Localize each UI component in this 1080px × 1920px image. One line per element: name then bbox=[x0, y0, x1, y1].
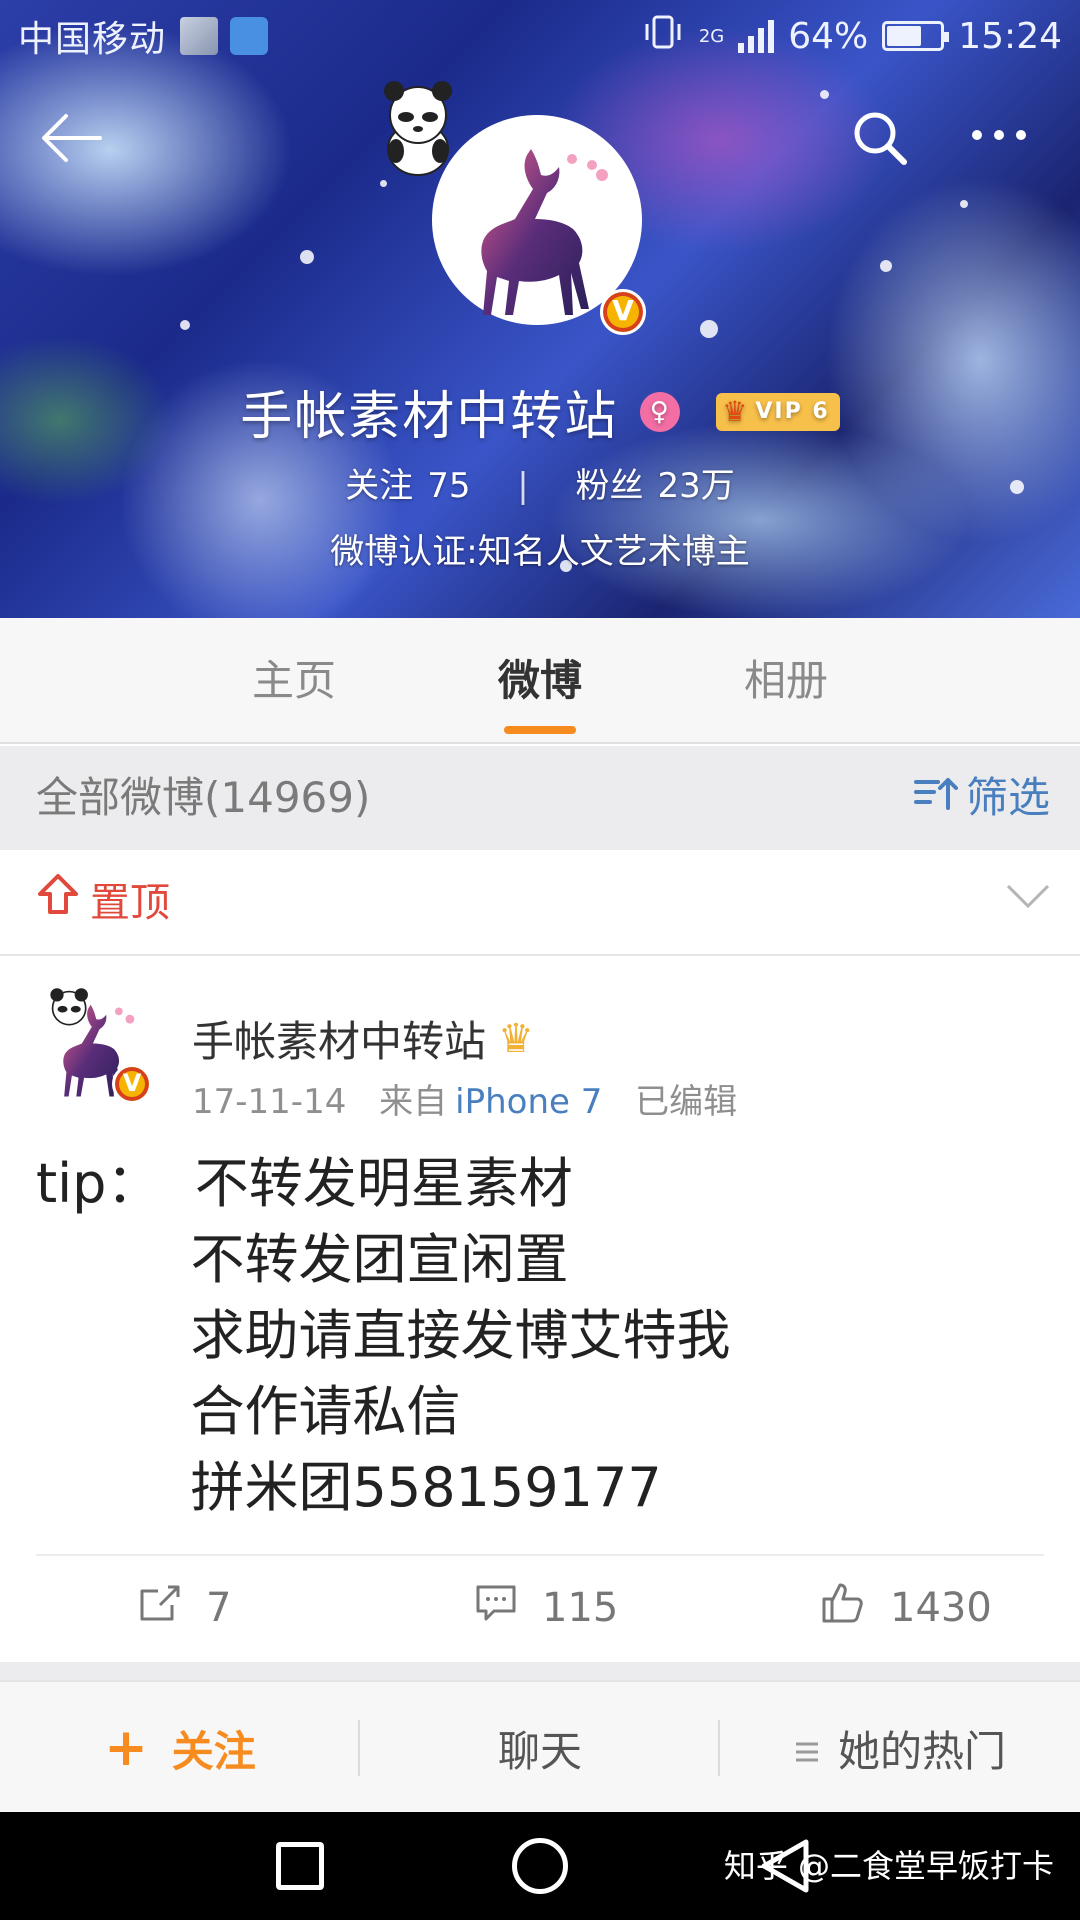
post-line: tip： 不转发明星素材 bbox=[36, 1152, 573, 1215]
verification-text: 微博认证:知名人文艺术博主 bbox=[330, 532, 750, 572]
post-line: 求助请直接发博艾特我 bbox=[36, 1304, 731, 1367]
post-source[interactable]: iPhone 7 bbox=[455, 1082, 602, 1122]
paint-splat bbox=[960, 200, 968, 208]
pinned-label: 置顶 bbox=[90, 880, 170, 926]
post-author-name: 手帐素材中转站 bbox=[192, 1017, 487, 1066]
paint-splat bbox=[180, 320, 190, 330]
filter-button[interactable]: 筛选 bbox=[913, 746, 1050, 850]
following-stat[interactable]: 关注 75 bbox=[345, 466, 470, 506]
back-arrow-icon[interactable] bbox=[36, 108, 106, 168]
post-line: 拼米团558159177 bbox=[36, 1456, 662, 1519]
carrier-label: 中国移动 bbox=[18, 19, 167, 60]
pin-up-arrow-icon bbox=[36, 850, 80, 956]
pinned-post[interactable]: V 手帐素材中转站 ♛ 17-11-14 来自 iPhone 7 已编辑 tip：… bbox=[0, 956, 1080, 1662]
verified-v-badge: V bbox=[112, 1064, 152, 1104]
crown-icon: ♛ bbox=[498, 1015, 534, 1062]
paint-splat bbox=[820, 90, 829, 99]
paint-splat bbox=[300, 250, 314, 264]
signal-icon bbox=[738, 19, 775, 53]
fans-stat[interactable]: 粉丝 23万 bbox=[576, 466, 735, 506]
repost-icon bbox=[138, 1583, 182, 1633]
home-circle-icon[interactable] bbox=[512, 1838, 568, 1894]
pinned-label-group: 置顶 bbox=[36, 850, 170, 956]
filter-bar: 全部微博(14969) 筛选 bbox=[0, 746, 1080, 850]
network-type-label: 2G bbox=[698, 25, 725, 47]
all-posts-count: 全部微博(14969) bbox=[36, 773, 371, 822]
post-author-avatar[interactable]: V bbox=[36, 986, 152, 1104]
panda-sticker-icon bbox=[384, 81, 452, 176]
bottom-action-bar: + 关注 聊天 她的热门 bbox=[0, 1680, 1080, 1812]
vibrate-icon bbox=[641, 14, 685, 59]
system-nav-bar: 知乎 @二食堂早饭打卡 bbox=[0, 1812, 1080, 1920]
post-actions: 7 115 1430 bbox=[0, 1556, 1080, 1660]
post-author-row[interactable]: 手帐素材中转站 ♛ bbox=[192, 1008, 534, 1069]
recents-square-icon[interactable] bbox=[276, 1842, 324, 1890]
post-line: 不转发团宣闲置 bbox=[36, 1228, 569, 1291]
watermark-text: 知乎 @二食堂早饭打卡 bbox=[723, 1847, 1054, 1885]
notification-thumbnail-icon bbox=[180, 17, 219, 55]
chat-label: 聊天 bbox=[497, 1726, 582, 1776]
hot-posts-button[interactable]: 她的热门 bbox=[720, 1682, 1080, 1814]
gallery-notification-icon bbox=[230, 17, 269, 55]
like-count: 1430 bbox=[890, 1585, 992, 1631]
filter-label: 筛选 bbox=[965, 773, 1050, 822]
tab-album[interactable]: 相册 bbox=[686, 618, 886, 744]
more-options-icon[interactable] bbox=[972, 120, 1042, 150]
profile-name: 手帐素材中转站 bbox=[240, 387, 619, 447]
comment-button[interactable]: 115 bbox=[474, 1556, 618, 1660]
status-bar: 中国移动 2G 64% 15:24 bbox=[0, 0, 1080, 72]
post-source-prefix: 来自 bbox=[379, 1082, 448, 1122]
plus-icon: + bbox=[104, 1718, 148, 1778]
following-count: 75 bbox=[427, 466, 471, 506]
paint-splat bbox=[700, 320, 718, 338]
repost-count: 7 bbox=[206, 1585, 232, 1631]
filter-icon bbox=[913, 746, 958, 850]
pinned-header[interactable]: 置顶 bbox=[0, 850, 1080, 956]
chevron-down-icon[interactable] bbox=[1006, 882, 1050, 916]
fans-count: 23万 bbox=[657, 466, 735, 506]
profile-name-row: 手帐素材中转站 ♀ ♛ VIP 6 bbox=[0, 374, 1080, 449]
battery-icon bbox=[882, 21, 950, 51]
post-edited-label[interactable]: 已编辑 bbox=[635, 1082, 737, 1122]
battery-percent: 64% bbox=[788, 15, 869, 57]
verified-v-badge: V bbox=[600, 289, 646, 335]
follow-label: 关注 bbox=[171, 1726, 256, 1776]
hot-posts-label: 她的热门 bbox=[837, 1726, 1006, 1776]
vip-badge[interactable]: ♛ VIP 6 bbox=[716, 392, 840, 431]
thumbs-up-icon bbox=[820, 1581, 866, 1635]
like-button[interactable]: 1430 bbox=[820, 1556, 992, 1660]
chat-button[interactable]: 聊天 bbox=[360, 1682, 720, 1814]
clock: 15:24 bbox=[958, 15, 1062, 57]
battery-fill bbox=[887, 26, 921, 46]
profile-cover: 中国移动 2G 64% 15:24 V 手帐素材中转站 ♀ ♛ VIP 6 关注… bbox=[0, 0, 1080, 618]
list-icon bbox=[794, 1724, 820, 1773]
post-body: tip： 不转发明星素材 不转发团宣闲置 求助请直接发博艾特我 合作请私信 拼米… bbox=[36, 1146, 731, 1526]
post-line: 合作请私信 bbox=[36, 1380, 461, 1443]
active-tab-indicator bbox=[504, 726, 576, 734]
profile-avatar[interactable]: V bbox=[384, 81, 646, 335]
follow-button[interactable]: + 关注 bbox=[0, 1682, 360, 1814]
tab-home[interactable]: 主页 bbox=[194, 618, 394, 744]
crown-icon: ♛ bbox=[722, 395, 750, 428]
profile-stats: 关注 75 | 粉丝 23万 bbox=[0, 458, 1080, 507]
section-gap bbox=[0, 1662, 1080, 1680]
fans-label: 粉丝 bbox=[575, 466, 644, 506]
paint-splat bbox=[380, 180, 387, 187]
paint-splat bbox=[880, 260, 892, 272]
post-date: 17-11-14 bbox=[192, 1082, 347, 1122]
search-icon[interactable] bbox=[850, 108, 910, 168]
comment-icon bbox=[474, 1583, 518, 1633]
vip-label: VIP 6 bbox=[755, 399, 830, 424]
comment-count: 115 bbox=[542, 1585, 619, 1631]
female-gender-icon: ♀ bbox=[640, 391, 681, 432]
repost-button[interactable]: 7 bbox=[138, 1556, 231, 1660]
post-meta: 17-11-14 来自 iPhone 7 已编辑 bbox=[192, 1074, 737, 1123]
following-label: 关注 bbox=[345, 466, 414, 506]
stats-divider: | bbox=[517, 466, 529, 506]
